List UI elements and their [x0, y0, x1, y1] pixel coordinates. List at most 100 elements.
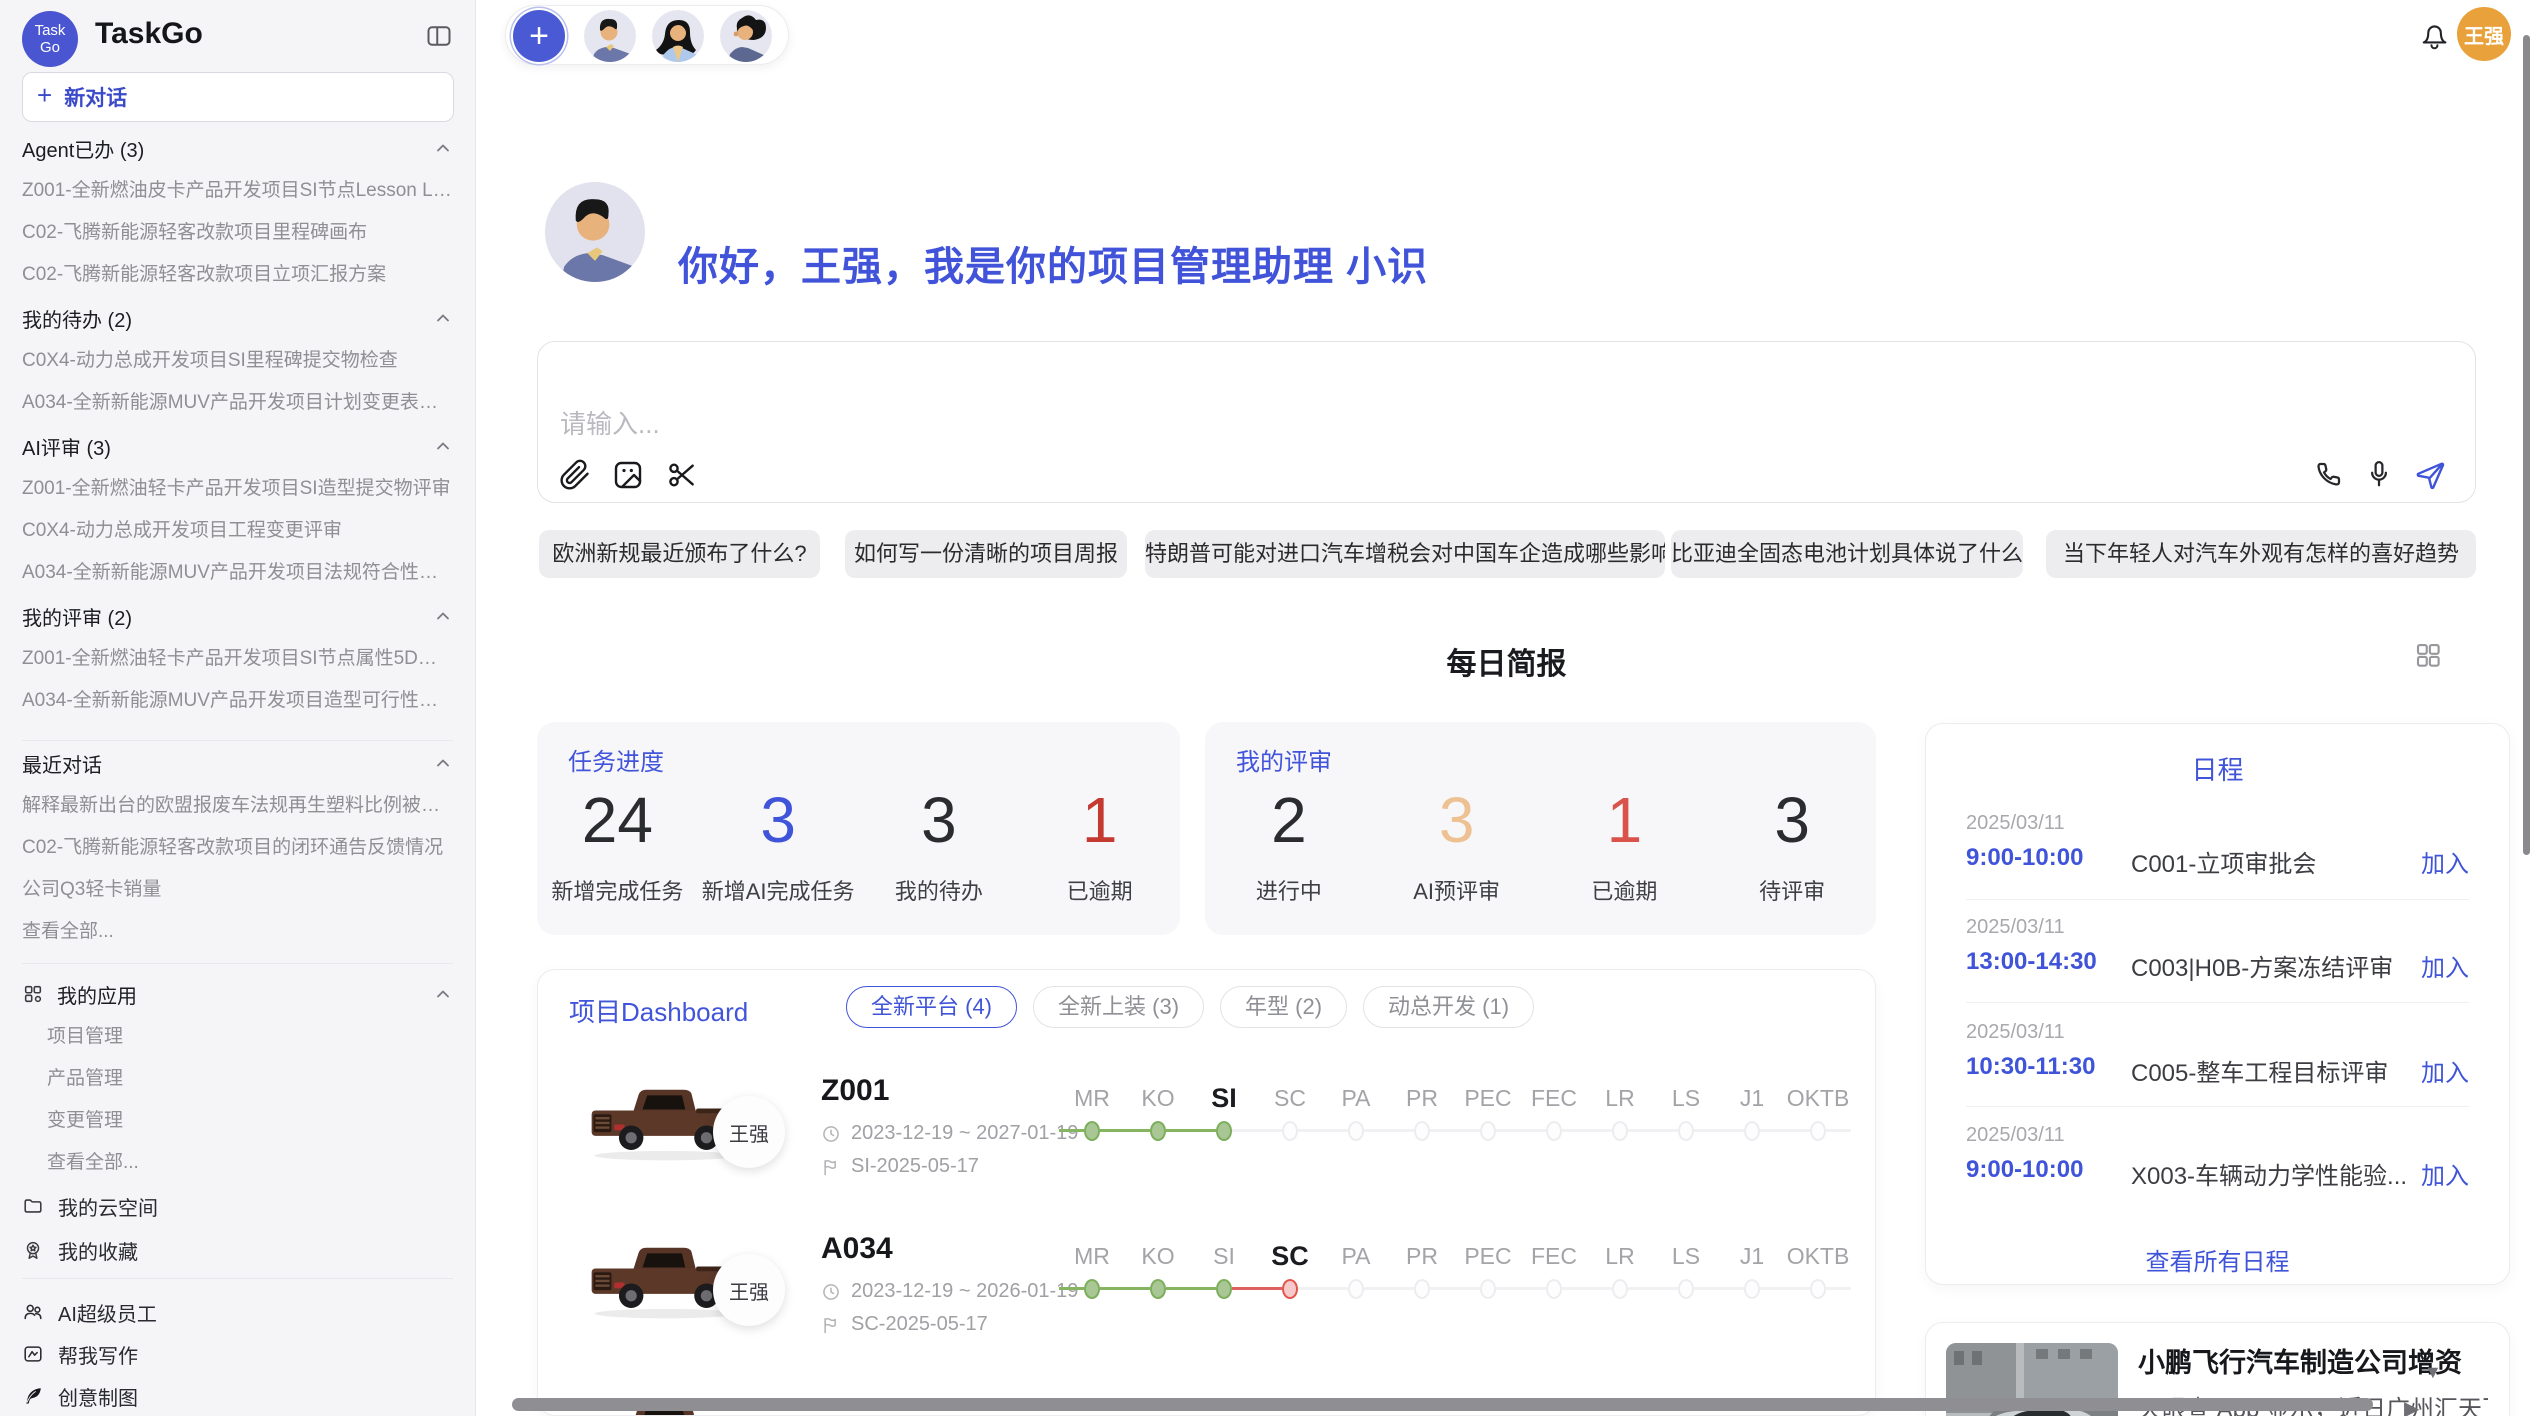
task-item[interactable]: A034-全新新能源MUV产品开发项目计划变更表编写 [22, 382, 453, 424]
sidebar-tool-write[interactable]: 帮我写作 [22, 1333, 453, 1375]
agent-avatar-2[interactable] [652, 10, 704, 62]
phone-icon[interactable] [2314, 459, 2344, 489]
milestone-dot [1348, 1121, 1364, 1141]
app-item[interactable]: 查看全部... [22, 1142, 453, 1184]
section-header[interactable]: 我的评审 (2) [22, 594, 453, 638]
scroll-down-icon[interactable]: ▼ [2424, 1362, 2442, 1383]
scroll-right-icon[interactable]: ▶ [2404, 1396, 2419, 1416]
greeting-text: 你好，王强，我是你的项目管理助理 小识 [678, 234, 1428, 292]
attach-icon[interactable] [559, 459, 591, 491]
view-all-schedule-link[interactable]: 查看所有日程 [1926, 1242, 2509, 1277]
user-name: 王强 [2464, 20, 2504, 49]
agent-avatar-3[interactable] [720, 10, 772, 62]
suggestion-chip[interactable]: 如何写一份清晰的项目周报 [845, 530, 1127, 578]
suggestion-chip[interactable]: 欧洲新规最近颁布了什么? [539, 530, 820, 578]
suggestion-chip[interactable]: 特朗普可能对进口汽车增税会对中国车企造成哪些影响 [1145, 530, 1665, 578]
section-label: 我的待办 (2) [22, 304, 132, 333]
event-time: 9:00-10:00 [1966, 844, 2083, 872]
owner-badge: 王强 [713, 1096, 785, 1168]
scissors-icon[interactable] [666, 459, 698, 491]
add-agent-button[interactable]: + [513, 10, 565, 62]
stat: 3AI预评审 [1373, 784, 1541, 906]
milestone-dot [1150, 1279, 1166, 1299]
project-row[interactable]: 王强A0342023-12-19 ~ 2026-01-19SC-2025-05-… [538, 1228, 1875, 1386]
task-item[interactable]: C0X4-动力总成开发项目工程变更评审 [22, 510, 453, 552]
milestone-label: J1 [1719, 1238, 1785, 1274]
event-time: 10:30-11:30 [1966, 1053, 2095, 1081]
suggestion-chip[interactable]: 当下年轻人对汽车外观有怎样的喜好趋势 [2046, 530, 2476, 578]
sidebar-tool-quill[interactable]: 创意制图 [22, 1375, 453, 1416]
mic-icon[interactable] [2364, 459, 2394, 489]
task-item[interactable]: Z001-全新燃油轻卡产品开发项目SI造型提交物评审 [22, 468, 453, 510]
task-item[interactable]: Z001-全新燃油皮卡产品开发项目SI节点Lesson Learn报告 [22, 170, 453, 212]
divider [1966, 1002, 2469, 1003]
filter-pill[interactable]: 全新上装 (3) [1033, 986, 1204, 1028]
sidebar-item-cloud[interactable]: 我的云空间 [22, 1184, 453, 1228]
milestone-label: OKTB [1785, 1080, 1851, 1116]
suggestion-chip[interactable]: 比亚迪全固态电池计划具体说了什么 [1671, 530, 2023, 578]
sidebar-collapse-icon[interactable] [425, 22, 453, 50]
milestone-dot [1612, 1121, 1628, 1141]
agent-avatar-1[interactable] [584, 10, 636, 62]
filter-pill[interactable]: 全新平台 (4) [846, 986, 1017, 1028]
milestone-label: KO [1125, 1080, 1191, 1116]
stat: 24新增完成任务 [537, 784, 698, 906]
join-link[interactable]: 加入 [2421, 1156, 2469, 1191]
stat-label: AI预评审 [1373, 874, 1541, 906]
section-header[interactable]: 最近对话 [22, 741, 453, 785]
recent-chat-item[interactable]: 解释最新出台的欧盟报废车法规再生塑料比例被调至15%... [22, 785, 453, 827]
project-row[interactable]: 王强Z0012023-12-19 ~ 2027-01-19SI-2025-05-… [538, 1070, 1875, 1228]
recent-chat-item[interactable]: 公司Q3轻卡销量 [22, 869, 453, 911]
milestone-label: FEC [1521, 1238, 1587, 1274]
send-icon[interactable] [2414, 459, 2446, 491]
join-link[interactable]: 加入 [2421, 1053, 2469, 1088]
task-item[interactable]: A034-全新新能源MUV产品开发项目造型可行性评审 [22, 680, 453, 722]
milestone: LS [1653, 1080, 1719, 1142]
milestone-dot [1084, 1279, 1100, 1299]
section-header[interactable]: 我的应用 [22, 972, 453, 1016]
chat-input[interactable]: 请输入... [560, 404, 660, 441]
view-all-chats-link[interactable]: 查看全部... [22, 911, 453, 953]
task-item[interactable]: C0X4-动力总成开发项目SI里程碑提交物检查 [22, 340, 453, 382]
medal-icon [22, 1239, 44, 1261]
image-upload-icon[interactable] [612, 459, 644, 491]
app-item[interactable]: 项目管理 [22, 1016, 453, 1058]
milestone-label: SI [1191, 1080, 1257, 1116]
sidebar-tool-people[interactable]: AI超级员工 [22, 1291, 453, 1333]
sidebar-scroll: Agent已办 (3)Z001-全新燃油皮卡产品开发项目SI节点Lesson L… [0, 126, 475, 1416]
stat-value: 3 [859, 784, 1020, 856]
milestone: PR [1389, 1238, 1455, 1300]
briefing-card: 我的评审2进行中3AI预评审1已逾期3待评审 [1205, 722, 1876, 935]
sidebar-header: Task Go TaskGo [0, 0, 475, 70]
app-item[interactable]: 变更管理 [22, 1100, 453, 1142]
task-item[interactable]: C02-飞腾新能源轻客改款项目立项汇报方案 [22, 254, 453, 296]
section-header[interactable]: 我的待办 (2) [22, 296, 453, 340]
milestone-label: LS [1653, 1080, 1719, 1116]
task-item[interactable]: C02-飞腾新能源轻客改款项目里程碑画布 [22, 212, 453, 254]
horizontal-scrollbar[interactable] [512, 1398, 2373, 1411]
section-header[interactable]: AI评审 (3) [22, 424, 453, 468]
task-item[interactable]: Z001-全新燃油轻卡产品开发项目SI节点属性5D文件评审 [22, 638, 453, 680]
join-link[interactable]: 加入 [2421, 844, 2469, 879]
join-link[interactable]: 加入 [2421, 948, 2469, 983]
section-header[interactable]: Agent已办 (3) [22, 126, 453, 170]
layout-grid-icon[interactable] [2413, 640, 2443, 670]
clock-icon [821, 1124, 841, 1144]
recent-chat-item[interactable]: C02-飞腾新能源轻客改款项目的闭环通告反馈情况 [22, 827, 453, 869]
filter-pill[interactable]: 年型 (2) [1220, 986, 1347, 1028]
divider [22, 963, 453, 964]
section-label: 最近对话 [22, 749, 102, 778]
user-avatar[interactable]: 王强 [2457, 7, 2511, 61]
milestone: FEC [1521, 1080, 1587, 1142]
project-dates: 2023-12-19 ~ 2027-01-19 [821, 1122, 1078, 1145]
vertical-scrollbar[interactable] [2523, 35, 2530, 855]
app-item[interactable]: 产品管理 [22, 1058, 453, 1100]
new-chat-button[interactable]: + 新对话 [22, 72, 454, 122]
logo-line2: Go [40, 39, 60, 56]
task-item[interactable]: A034-全新新能源MUV产品开发项目法规符合性评审 [22, 552, 453, 594]
sidebar-item-favorites[interactable]: 我的收藏 [22, 1228, 453, 1272]
filter-pill[interactable]: 动总开发 (1) [1363, 986, 1534, 1028]
milestone-dot [1414, 1279, 1430, 1299]
notification-bell-icon[interactable] [2418, 19, 2450, 51]
favorites-label: 我的收藏 [58, 1236, 138, 1265]
